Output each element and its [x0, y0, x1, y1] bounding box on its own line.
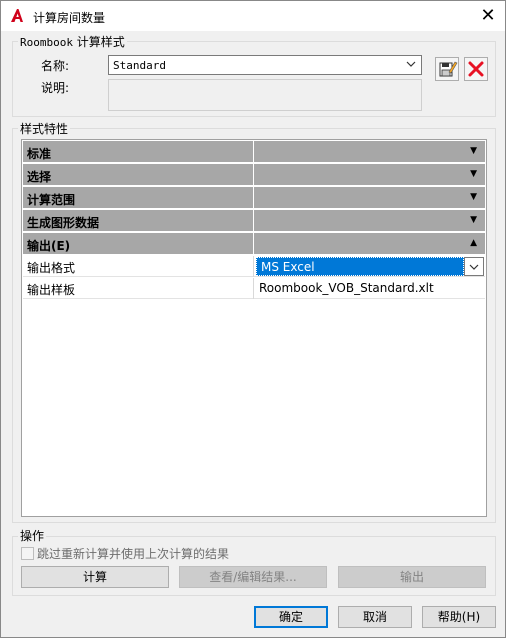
- title-bar: 计算房间数量 ✕: [1, 1, 505, 31]
- calculate-button[interactable]: 计算: [21, 566, 169, 588]
- name-label: 名称:: [41, 59, 70, 73]
- description-field: [108, 79, 422, 111]
- collapse-down-icon[interactable]: ▼: [470, 215, 477, 225]
- collapse-down-icon[interactable]: ▼: [470, 146, 477, 156]
- save-style-button[interactable]: [435, 57, 459, 81]
- view-edit-results-button[interactable]: 查看/编辑结果...: [179, 566, 327, 588]
- style-name-select[interactable]: Standard: [108, 55, 422, 75]
- delete-x-icon: [465, 61, 487, 83]
- expand-up-icon[interactable]: ▲: [470, 238, 477, 248]
- window-title: 计算房间数量: [33, 11, 106, 25]
- style-name-value: Standard: [113, 59, 166, 72]
- help-button[interactable]: 帮助(H): [422, 606, 496, 628]
- property-grid[interactable]: 标准 ▼ 选择 ▼ 计算范围 ▼ 生成图形数据 ▼ 输出(E) ▲ 输出格式 M…: [21, 139, 487, 517]
- cancel-button[interactable]: 取消: [338, 606, 412, 628]
- prop-output-format[interactable]: 输出格式 MS Excel: [23, 256, 485, 277]
- autocad-app-icon: [9, 8, 25, 24]
- category-selection[interactable]: 选择 ▼: [23, 164, 485, 186]
- skip-recalc-checkbox[interactable]: [21, 547, 34, 560]
- export-button[interactable]: 输出: [338, 566, 486, 588]
- category-generate-graphics[interactable]: 生成图形数据 ▼: [23, 210, 485, 232]
- description-label: 说明:: [41, 81, 70, 95]
- skip-recalc-label: 跳过重新计算并使用上次计算的结果: [37, 547, 230, 561]
- operations-legend: 操作: [18, 527, 47, 544]
- close-icon[interactable]: ✕: [471, 1, 505, 31]
- output-template-value[interactable]: Roombook_VOB_Standard.xlt: [259, 281, 434, 295]
- calc-style-legend: Roombook 计算样式: [18, 33, 127, 50]
- dialog-window: 计算房间数量 ✕ Roombook 计算样式 名称: Standard 说明: …: [0, 0, 506, 638]
- output-format-select[interactable]: MS Excel: [256, 257, 464, 276]
- category-standard[interactable]: 标准 ▼: [23, 141, 485, 163]
- collapse-down-icon[interactable]: ▼: [470, 192, 477, 202]
- style-properties-legend: 样式特性: [18, 120, 71, 137]
- category-output[interactable]: 输出(E) ▲: [23, 233, 485, 255]
- delete-style-button[interactable]: [464, 57, 488, 81]
- category-calc-range[interactable]: 计算范围 ▼: [23, 187, 485, 209]
- chevron-down-icon[interactable]: [464, 257, 484, 276]
- prop-output-template[interactable]: 输出样板 Roombook_VOB_Standard.xlt: [23, 278, 485, 299]
- chevron-down-icon: [405, 58, 417, 73]
- ok-button[interactable]: 确定: [254, 606, 328, 628]
- save-edit-icon: [436, 61, 458, 83]
- collapse-down-icon[interactable]: ▼: [470, 169, 477, 179]
